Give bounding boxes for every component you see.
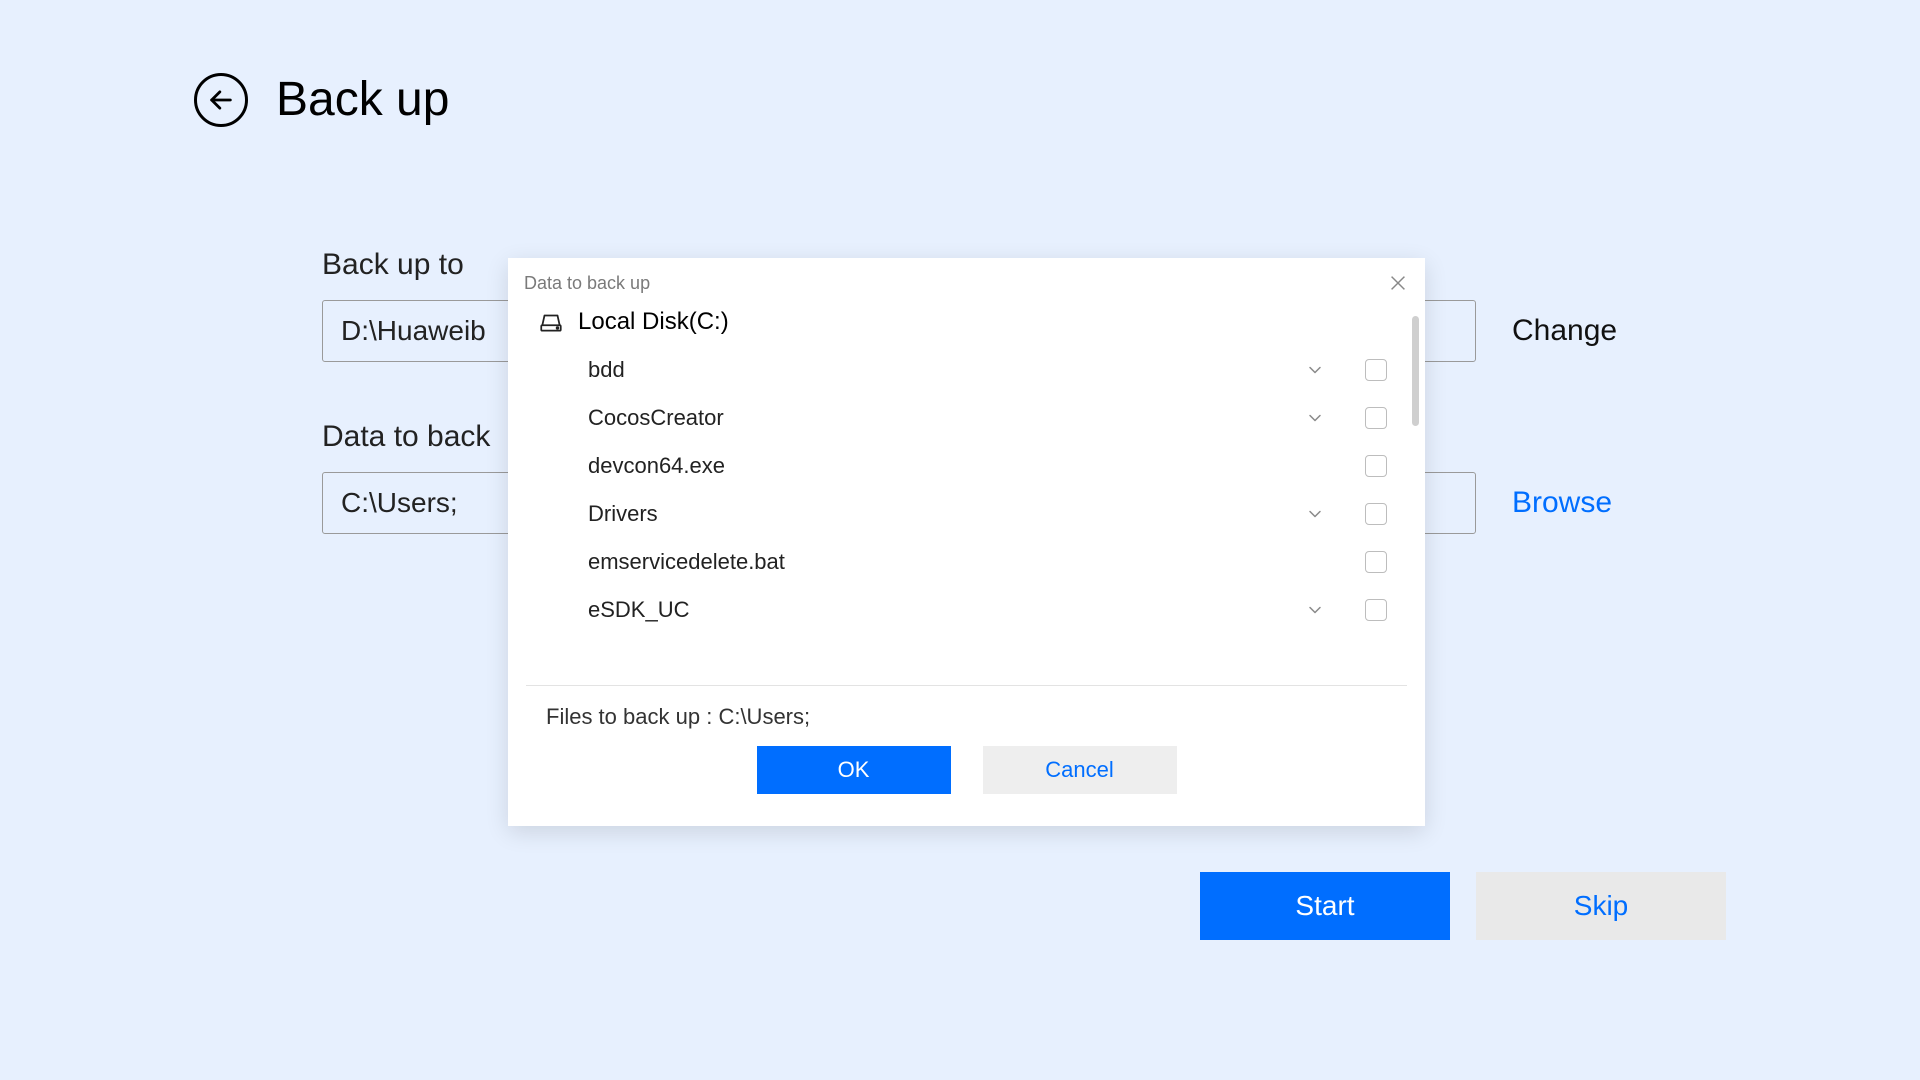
chevron-down-icon[interactable] [1305, 360, 1325, 380]
scrollbar[interactable] [1412, 316, 1419, 426]
chevron-down-icon[interactable] [1305, 408, 1325, 428]
page-title: Back up [276, 72, 449, 127]
list-item[interactable]: eSDK_UC [588, 586, 1415, 634]
arrow-left-icon [207, 86, 235, 114]
close-icon[interactable] [1387, 272, 1409, 294]
disk-icon [538, 309, 564, 335]
list-item[interactable]: devcon64.exe [588, 442, 1415, 490]
change-button[interactable]: Change [1512, 314, 1617, 348]
back-button[interactable] [194, 73, 248, 127]
cancel-button[interactable]: Cancel [983, 746, 1177, 794]
checkbox[interactable] [1365, 551, 1387, 573]
item-name: Drivers [588, 501, 1305, 527]
browse-button[interactable]: Browse [1512, 486, 1612, 520]
checkbox[interactable] [1365, 599, 1387, 621]
skip-button[interactable]: Skip [1476, 872, 1726, 940]
files-to-backup-status: Files to back up : C:\Users; [508, 686, 1425, 746]
modal-title: Data to back up [524, 273, 650, 294]
disk-label: Local Disk(C:) [578, 308, 729, 336]
ok-button[interactable]: OK [757, 746, 951, 794]
list-item[interactable]: CocosCreator [588, 394, 1415, 442]
list-item[interactable]: bdd [588, 346, 1415, 394]
checkbox[interactable] [1365, 407, 1387, 429]
item-name: eSDK_UC [588, 597, 1305, 623]
data-to-backup-modal: Data to back up Local Disk(C:) bdd CocosC… [508, 258, 1425, 826]
list-item[interactable]: Drivers [588, 490, 1415, 538]
list-item[interactable]: emservicedelete.bat [588, 538, 1415, 586]
chevron-down-icon[interactable] [1305, 504, 1325, 524]
item-name: bdd [588, 357, 1305, 383]
start-button[interactable]: Start [1200, 872, 1450, 940]
checkbox[interactable] [1365, 503, 1387, 525]
checkbox[interactable] [1365, 455, 1387, 477]
chevron-down-icon[interactable] [1305, 600, 1325, 620]
checkbox[interactable] [1365, 359, 1387, 381]
item-name: CocosCreator [588, 405, 1305, 431]
item-name: emservicedelete.bat [588, 549, 1305, 575]
item-name: devcon64.exe [588, 453, 1305, 479]
